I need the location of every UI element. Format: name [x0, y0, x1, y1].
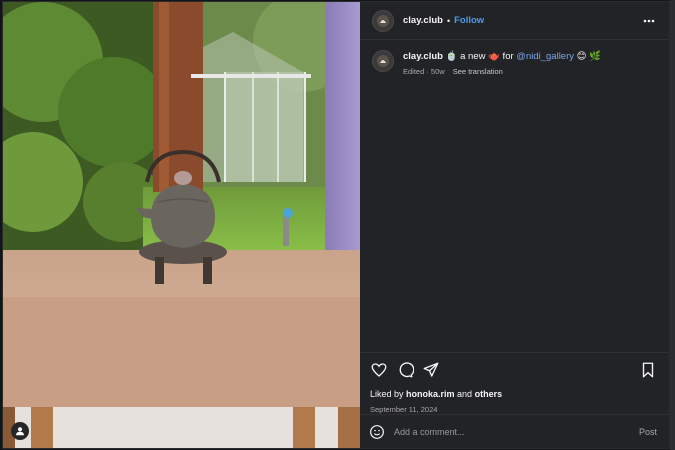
post-modal: clay.club • Follow clay.club 🍵 a new 🫖 f… — [2, 1, 670, 449]
more-options-button[interactable] — [641, 19, 657, 23]
club-logo-icon — [377, 14, 389, 27]
liked-by-prefix: Liked by — [370, 389, 407, 399]
post-caption: clay.club 🍵 a new 🫖 for @nidi_gallery 😊 … — [360, 40, 669, 86]
liked-by-others-link[interactable]: others — [475, 389, 503, 399]
share-icon[interactable] — [422, 361, 440, 379]
caption-text: clay.club 🍵 a new 🫖 for @nidi_gallery 😊 … — [403, 50, 601, 64]
caption-emoji-3: 😊 🌿 — [576, 51, 602, 62]
emoji-icon[interactable] — [369, 424, 385, 440]
photo-teapot-on-table — [3, 2, 360, 448]
caption-username[interactable]: clay.club — [403, 51, 443, 62]
action-bar — [370, 361, 657, 379]
tagged-users-button[interactable] — [11, 422, 29, 440]
post-image[interactable] — [3, 2, 360, 448]
user-icon — [16, 427, 24, 436]
post-comment-button[interactable]: Post — [639, 427, 657, 437]
caption-emoji-1: 🍵 — [445, 51, 458, 62]
comment-input[interactable] — [394, 426, 639, 437]
see-translation-link[interactable]: See translation — [453, 67, 503, 76]
liked-by-user-link[interactable]: honoka.rim — [406, 389, 455, 399]
caption-mention-link[interactable]: @nidi_gallery — [516, 51, 574, 62]
heart-icon[interactable] — [370, 361, 388, 379]
comment-icon[interactable] — [396, 361, 414, 379]
bookmark-icon[interactable] — [639, 361, 657, 379]
caption-emoji-2: 🫖 — [488, 51, 500, 62]
backdrop-edge — [670, 0, 675, 450]
comment-composer: Post — [360, 414, 669, 448]
separator-dot: • — [446, 15, 451, 26]
engagement-section: Liked by honoka.rim and others September… — [360, 352, 669, 414]
more-horizontal-icon — [643, 19, 655, 22]
caption-body: clay.club 🍵 a new 🫖 for @nidi_gallery 😊 … — [403, 50, 601, 76]
liked-by-middle: and — [454, 389, 475, 399]
post-date: September 11, 2024 — [370, 405, 438, 414]
author-avatar[interactable] — [372, 9, 394, 32]
caption-meta: Edited · 50w See translation — [403, 67, 601, 76]
follow-button[interactable]: Follow — [454, 15, 484, 26]
caption-avatar[interactable] — [372, 50, 394, 72]
caption-text-part-2: for — [499, 51, 517, 62]
edited-timestamp: Edited · 50w — [403, 67, 445, 76]
author-username[interactable]: clay.club — [403, 15, 443, 26]
club-logo-icon — [377, 55, 389, 67]
likes-summary: Liked by honoka.rim and others — [370, 389, 657, 399]
page-background: clay.club • Follow clay.club 🍵 a new 🫖 f… — [0, 0, 675, 450]
post-details-panel: clay.club • Follow clay.club 🍵 a new 🫖 f… — [360, 2, 669, 448]
caption-text-part: a new — [460, 51, 489, 62]
post-header: clay.club • Follow — [360, 2, 669, 40]
